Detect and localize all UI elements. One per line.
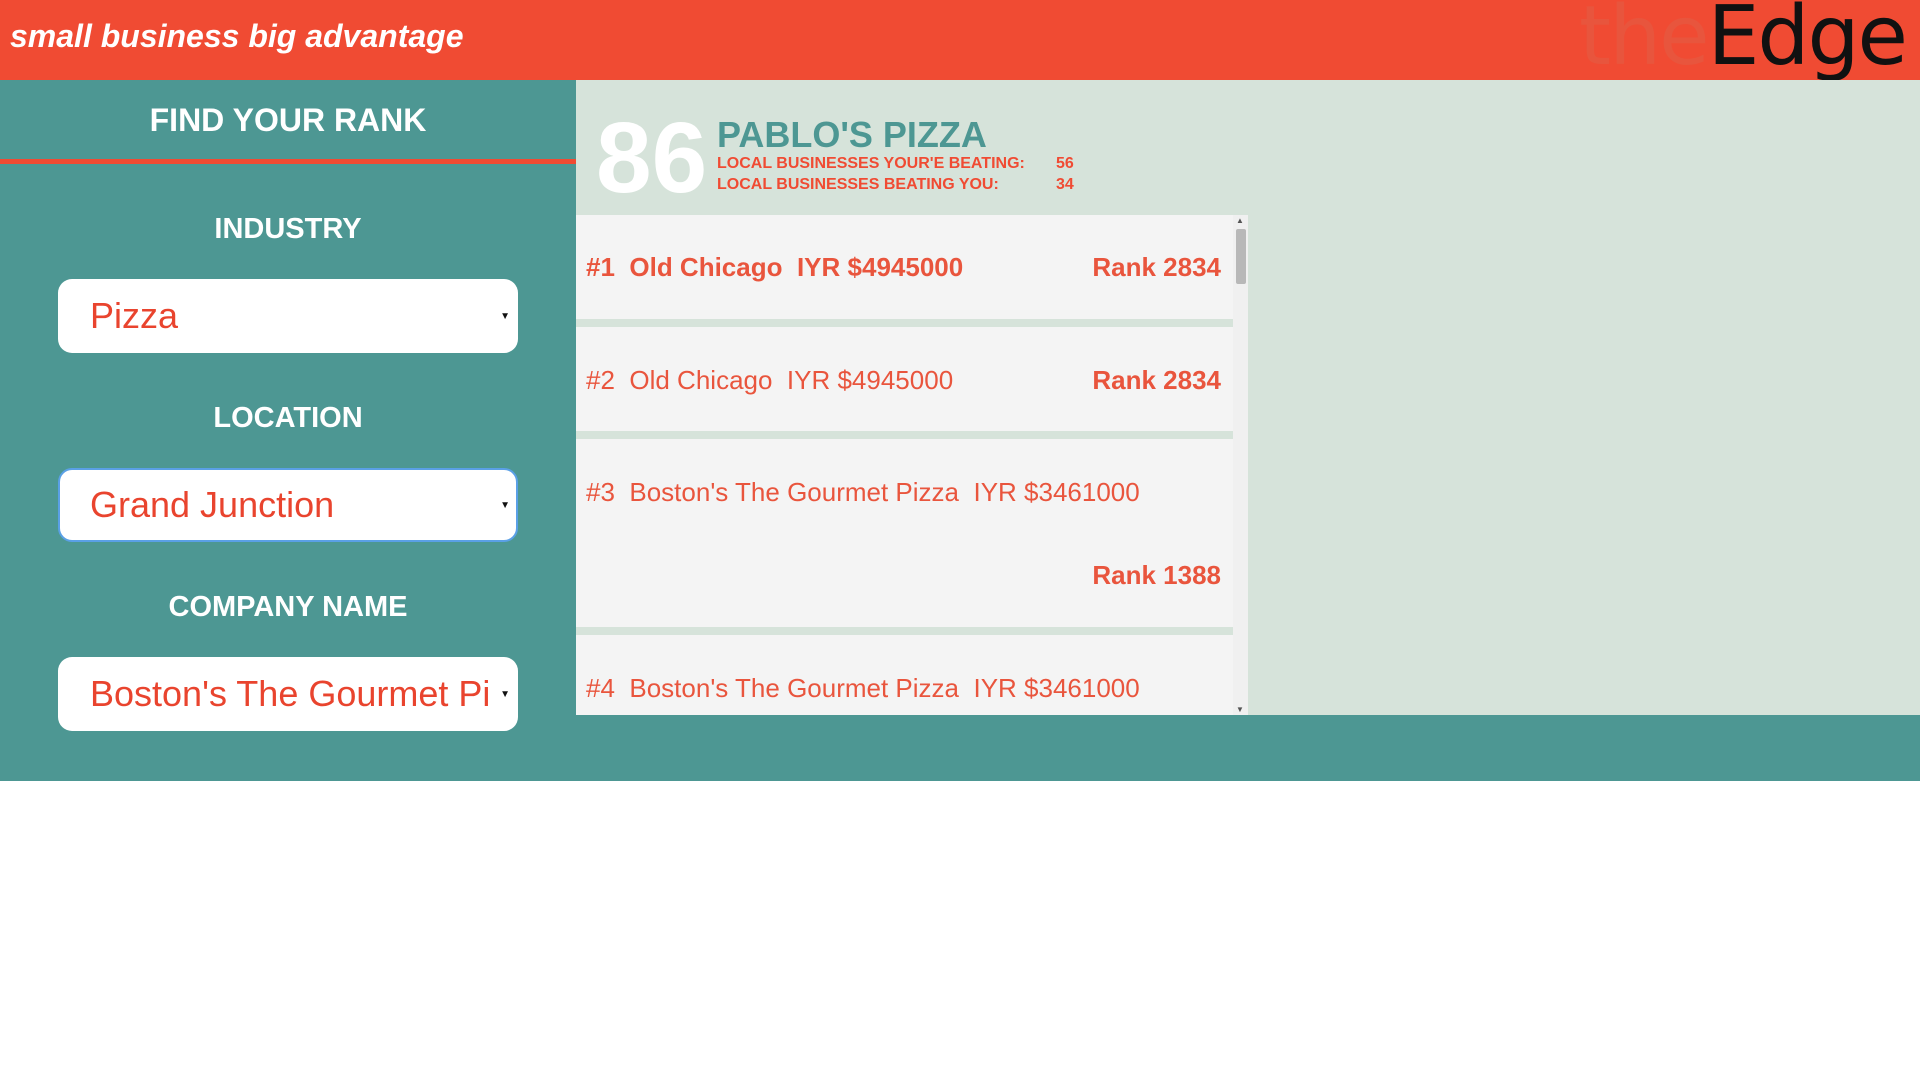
list-item-text: #2 Old Chicago IYR $4945000 (586, 365, 953, 396)
tagline: small business big advantage (10, 18, 464, 54)
industry-select[interactable]: Pizza ▼ (58, 279, 518, 353)
beating-value: 56 (1056, 155, 1074, 172)
bottom-bar (576, 715, 1920, 781)
list-item-name: Old Chicago (629, 365, 773, 395)
list-item-number: #1 (586, 252, 615, 282)
industry-select-value: Pizza (90, 295, 179, 336)
your-rank-number: 86 (596, 102, 708, 214)
list-item[interactable]: #4 Boston's The Gourmet Pizza IYR $34610… (576, 635, 1233, 715)
scroll-thumb[interactable] (1236, 229, 1246, 284)
list-divider (576, 627, 1233, 635)
sidebar-title: FIND YOUR RANK (149, 102, 427, 138)
list-item-rank: Rank 1388 (1092, 560, 1221, 590)
beaten-label: LOCAL BUSINESSES BEATING YOU: (717, 176, 999, 193)
list-item-rank: Rank 2834 (1092, 365, 1221, 395)
brand-logo[interactable]: theEdge (1579, 0, 1908, 80)
list-item[interactable]: #3 Boston's The Gourmet Pizza IYR $34610… (576, 439, 1233, 627)
location-select[interactable]: Grand Junction ▼ (58, 468, 518, 542)
company-name-select-value: Boston's The Gourmet Pizza (90, 673, 488, 714)
company-name-label: COMPANY NAME (168, 591, 408, 623)
list-item-iyr: IYR $3461000 (973, 477, 1140, 507)
list-item-name: Old Chicago (629, 252, 783, 282)
beaten-value: 34 (1056, 176, 1074, 193)
industry-label: INDUSTRY (214, 213, 362, 245)
company-name-select[interactable]: Boston's The Gourmet Pizza ▼ (58, 657, 518, 731)
list-item-iyr: IYR $4945000 (786, 365, 954, 395)
sidebar-header: FIND YOUR RANK (0, 80, 576, 164)
list-item-text: #4 Boston's The Gourmet Pizza IYR $34610… (586, 673, 1140, 704)
caret-down-icon: ▼ (500, 500, 510, 511)
scroll-up-arrow-icon[interactable]: ▲ (1236, 216, 1244, 225)
app-header: small business big advantage theEdge (0, 0, 1920, 80)
list-item-number: #3 (586, 477, 615, 507)
logo-edge-text: Edge (1707, 0, 1908, 84)
find-rank-sidebar: FIND YOUR RANK INDUSTRY Pizza ▼ LOCATION… (0, 80, 576, 781)
list-item-text: #1 Old Chicago IYR $4945000 (586, 252, 963, 283)
list-item[interactable]: #2 Old Chicago IYR $4945000 Rank 2834 (576, 327, 1233, 431)
list-divider (576, 431, 1233, 439)
location-select-value: Grand Junction (90, 484, 335, 525)
caret-down-icon: ▼ (500, 311, 510, 322)
list-item-iyr: IYR $4945000 (796, 252, 964, 282)
list-scrollbar[interactable]: ▲ ▼ (1233, 215, 1248, 715)
logo-the-text: the (1579, 0, 1710, 84)
list-item-number: #2 (586, 365, 615, 395)
scroll-down-arrow-icon[interactable]: ▼ (1236, 705, 1244, 714)
list-item-iyr: IYR $3461000 (973, 673, 1140, 703)
caret-down-icon: ▼ (500, 689, 510, 700)
competitor-list[interactable]: #1 Old Chicago IYR $4945000 Rank 2834 #2… (576, 215, 1248, 715)
beating-label: LOCAL BUSINESSES YOUR'E BEATING: (717, 155, 1025, 172)
list-item[interactable]: #1 Old Chicago IYR $4945000 Rank 2834 (576, 215, 1233, 319)
list-item-name: Boston's The Gourmet Pizza (629, 673, 960, 703)
list-divider (576, 319, 1233, 327)
list-item-name: Boston's The Gourmet Pizza (629, 477, 960, 507)
list-item-text: #3 Boston's The Gourmet Pizza IYR $34610… (586, 477, 1140, 508)
list-item-rank: Rank 2834 (1092, 252, 1221, 282)
location-label: LOCATION (213, 402, 363, 434)
business-name: PABLO'S PIZZA (717, 114, 987, 155)
list-item-number: #4 (586, 673, 615, 703)
